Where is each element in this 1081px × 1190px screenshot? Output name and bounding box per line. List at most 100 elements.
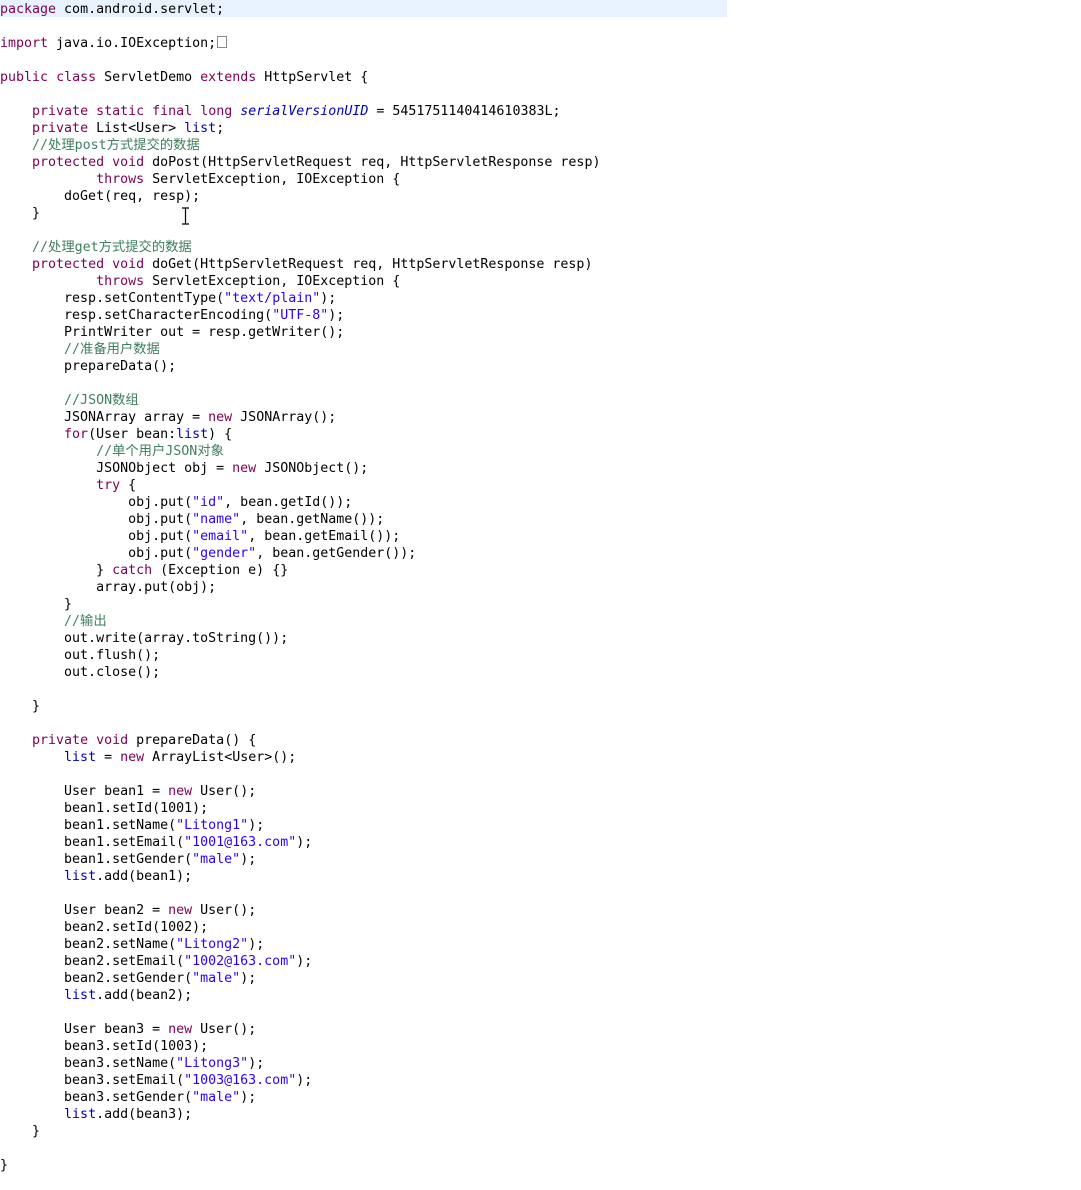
code-line[interactable]: obj.put("email", bean.getEmail());: [0, 528, 600, 545]
keyword-token: protected: [32, 155, 105, 170]
code-line[interactable]: obj.put("gender", bean.getGender());: [0, 545, 600, 562]
code-line[interactable]: //输出: [0, 613, 600, 630]
code-token: bean3.setEmail(: [0, 1073, 185, 1088]
code-token: ArrayList<User>();: [144, 750, 297, 765]
keyword-token: new: [168, 903, 193, 918]
code-line[interactable]: bean2.setGender("male");: [0, 970, 600, 987]
code-line[interactable]: list.add(bean1);: [0, 868, 600, 885]
collapsed-fold-icon[interactable]: [217, 36, 228, 48]
code-line[interactable]: prepareData();: [0, 358, 600, 375]
code-line[interactable]: throws ServletException, IOException {: [0, 171, 600, 188]
code-editor[interactable]: package com.android.servlet; import java…: [0, 0, 1081, 1190]
code-line[interactable]: array.put(obj);: [0, 579, 600, 596]
code-line[interactable]: bean1.setName("Litong1");: [0, 817, 600, 834]
code-token: obj.put(: [0, 495, 193, 510]
code-line[interactable]: private static final long serialVersionU…: [0, 103, 600, 120]
code-line[interactable]: [0, 375, 600, 392]
code-line[interactable]: throws ServletException, IOException {: [0, 273, 600, 290]
code-line[interactable]: bean1.setId(1001);: [0, 800, 600, 817]
field-token: list: [64, 1107, 97, 1122]
code-line[interactable]: bean1.setEmail("1001@163.com");: [0, 834, 600, 851]
string-literal-token: "email": [192, 529, 249, 544]
code-line[interactable]: [0, 715, 600, 732]
code-line[interactable]: bean2.setEmail("1002@163.com");: [0, 953, 600, 970]
code-line[interactable]: //处理get方式提交的数据: [0, 239, 600, 256]
keyword-token: final: [152, 104, 193, 119]
code-line[interactable]: User bean2 = new User();: [0, 902, 600, 919]
code-line[interactable]: package com.android.servlet;: [0, 1, 600, 18]
code-line[interactable]: protected void doPost(HttpServletRequest…: [0, 154, 600, 171]
code-line[interactable]: JSONObject obj = new JSONObject();: [0, 460, 600, 477]
code-line[interactable]: bean3.setId(1003);: [0, 1038, 600, 1055]
string-literal-token: "Litong3": [176, 1056, 249, 1071]
code-line[interactable]: //准备用户数据: [0, 341, 600, 358]
code-line[interactable]: bean2.setId(1002);: [0, 919, 600, 936]
code-token: .add(bean1);: [96, 869, 193, 884]
code-line[interactable]: resp.setCharacterEncoding("UTF-8");: [0, 307, 600, 324]
code-line[interactable]: [0, 1140, 600, 1157]
code-token: }: [0, 206, 41, 221]
code-line[interactable]: list.add(bean3);: [0, 1106, 600, 1123]
code-line[interactable]: private void prepareData() {: [0, 732, 600, 749]
keyword-token: void: [112, 155, 145, 170]
code-line[interactable]: protected void doGet(HttpServletRequest …: [0, 256, 600, 273]
code-line[interactable]: User bean3 = new User();: [0, 1021, 600, 1038]
code-line[interactable]: bean2.setName("Litong2");: [0, 936, 600, 953]
code-line[interactable]: private List<User> list;: [0, 120, 600, 137]
code-line[interactable]: }: [0, 1157, 600, 1174]
code-line[interactable]: import java.io.IOException;: [0, 35, 600, 52]
code-token: = 5451751140414610383L;: [368, 104, 561, 119]
field-token: list: [64, 988, 97, 1003]
keyword-token: protected: [32, 257, 105, 272]
code-line[interactable]: try {: [0, 477, 600, 494]
code-line[interactable]: obj.put("id", bean.getId());: [0, 494, 600, 511]
code-line[interactable]: for(User bean:list) {: [0, 426, 600, 443]
code-line[interactable]: bean3.setEmail("1003@163.com");: [0, 1072, 600, 1089]
code-line[interactable]: //JSON数组: [0, 392, 600, 409]
code-line[interactable]: PrintWriter out = resp.getWriter();: [0, 324, 600, 341]
string-literal-token: "Litong2": [176, 937, 249, 952]
code-line[interactable]: //处理post方式提交的数据: [0, 137, 600, 154]
code-line[interactable]: } catch (Exception e) {}: [0, 562, 600, 579]
code-line[interactable]: }: [0, 596, 600, 613]
code-line[interactable]: [0, 18, 600, 35]
code-line[interactable]: [0, 766, 600, 783]
comment-token: //处理post方式提交的数据: [32, 138, 200, 153]
string-literal-token: "1003@163.com": [184, 1073, 297, 1088]
code-line[interactable]: public class ServletDemo extends HttpSer…: [0, 69, 600, 86]
code-line[interactable]: }: [0, 698, 600, 715]
code-line[interactable]: obj.put("name", bean.getName());: [0, 511, 600, 528]
code-line[interactable]: list.add(bean2);: [0, 987, 600, 1004]
code-line[interactable]: }: [0, 205, 600, 222]
comment-token: //单个用户JSON对象: [96, 444, 224, 459]
code-line[interactable]: doGet(req, resp);: [0, 188, 600, 205]
code-line[interactable]: list = new ArrayList<User>();: [0, 749, 600, 766]
code-line[interactable]: [0, 52, 600, 69]
code-line[interactable]: [0, 1004, 600, 1021]
code-line[interactable]: User bean1 = new User();: [0, 783, 600, 800]
code-line[interactable]: [0, 885, 600, 902]
code-line[interactable]: out.flush();: [0, 647, 600, 664]
code-line[interactable]: bean3.setName("Litong3");: [0, 1055, 600, 1072]
code-line[interactable]: [0, 222, 600, 239]
code-line[interactable]: JSONArray array = new JSONArray();: [0, 409, 600, 426]
code-line[interactable]: bean3.setGender("male");: [0, 1089, 600, 1106]
code-line[interactable]: [0, 86, 600, 103]
code-token: bean1.setGender(: [0, 852, 193, 867]
code-token: ServletException, IOException {: [144, 274, 401, 289]
code-token: doGet(req, resp);: [0, 189, 201, 204]
code-line[interactable]: //单个用户JSON对象: [0, 443, 600, 460]
code-line[interactable]: bean1.setGender("male");: [0, 851, 600, 868]
code-line[interactable]: }: [0, 1123, 600, 1140]
code-line[interactable]: out.write(array.toString());: [0, 630, 600, 647]
code-text-area[interactable]: package com.android.servlet; import java…: [0, 1, 600, 1174]
code-line[interactable]: [0, 681, 600, 698]
code-line[interactable]: resp.setContentType("text/plain");: [0, 290, 600, 307]
code-line[interactable]: out.close();: [0, 664, 600, 681]
